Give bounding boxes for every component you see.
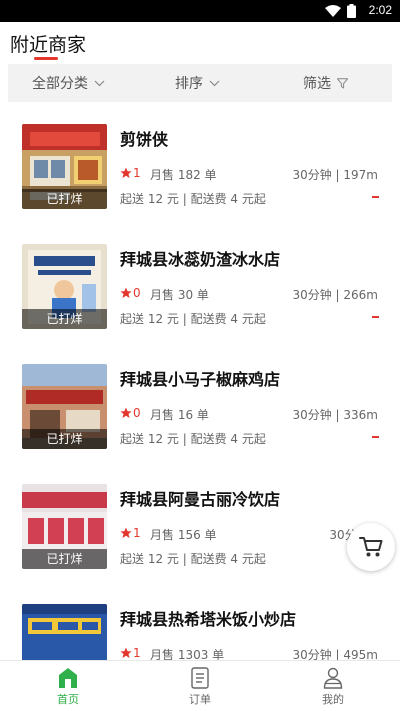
promo-indicator	[372, 316, 379, 318]
bottom-nav: 首页 订单 我的	[0, 660, 400, 711]
shop-monthly-sales: 月售 30 单	[150, 288, 209, 302]
filter-category-label: 全部分类	[32, 76, 88, 92]
shop-name: 剪饼侠	[120, 130, 169, 149]
nav-orders-label: 订单	[189, 693, 211, 706]
nav-profile[interactable]: 我的	[303, 665, 363, 709]
shop-delivery-info: 起送 12 元 | 配送费 4 元起	[120, 312, 266, 326]
nav-home[interactable]: 首页	[38, 665, 98, 709]
shop-rating: 0	[133, 286, 141, 300]
status-bar: 2:02	[0, 0, 400, 22]
star-icon	[120, 647, 132, 658]
page-header: 附近商家	[0, 22, 400, 64]
shop-name: 拜城县小马子椒麻鸡店	[120, 370, 281, 389]
nav-profile-label: 我的	[322, 693, 344, 706]
star-icon	[120, 287, 132, 298]
order-icon	[191, 667, 209, 689]
shop-delivery-info: 起送 12 元 | 配送费 4 元起	[120, 432, 266, 446]
filter-screen[interactable]: 筛选	[303, 64, 348, 102]
shop-item[interactable]: 已打烊 剪饼侠 1 月售 182 单 30分钟 | 197m 起送 12 元 |…	[0, 102, 400, 222]
shop-time-distance: 30分钟 | 266m	[292, 288, 378, 302]
shop-monthly-sales: 月售 16 单	[150, 408, 209, 422]
closed-badge: 已打烊	[22, 429, 107, 449]
shop-delivery-info: 起送 12 元 | 配送费 4 元起	[120, 192, 266, 206]
cart-icon	[359, 537, 383, 557]
filter-category[interactable]: 全部分类	[32, 64, 105, 102]
shop-thumbnail: 已打烊	[22, 124, 107, 209]
page-title: 附近商家	[10, 34, 87, 56]
shop-item[interactable]: 已打烊 拜城县小马子椒麻鸡店 0 月售 16 单 30分钟 | 336m 起送 …	[0, 342, 400, 462]
filter-bar: 全部分类 排序 筛选	[8, 64, 392, 102]
user-icon	[323, 667, 343, 689]
shop-thumbnail: 已打烊	[22, 364, 107, 449]
closed-badge: 已打烊	[22, 309, 107, 329]
shop-rating: 1	[133, 526, 141, 540]
closed-badge: 已打烊	[22, 549, 107, 569]
shop-thumbnail: 已打烊	[22, 244, 107, 329]
promo-indicator	[372, 436, 379, 438]
chevron-down-icon	[209, 80, 220, 86]
filter-screen-label: 筛选	[303, 76, 331, 92]
shop-rating: 1	[133, 646, 141, 660]
shop-name: 拜城县阿曼古丽冷饮店	[120, 490, 281, 509]
home-icon	[59, 668, 77, 688]
shop-item[interactable]: 已打烊 拜城县冰蕊奶渣冰水店 0 月售 30 单 30分钟 | 266m 起送 …	[0, 222, 400, 342]
nav-home-label: 首页	[57, 693, 79, 706]
battery-icon	[347, 4, 356, 18]
shop-rating: 0	[133, 406, 141, 420]
shop-delivery-info: 起送 12 元 | 配送费 4 元起	[120, 552, 266, 566]
star-icon	[120, 407, 132, 418]
filter-sort[interactable]: 排序	[175, 64, 220, 102]
nav-orders[interactable]: 订单	[170, 665, 230, 709]
shop-time-distance: 30分钟 | 336m	[292, 408, 378, 422]
shop-name: 拜城县冰蕊奶渣冰水店	[120, 250, 281, 269]
shop-time-distance: 30分钟 | 197m	[292, 168, 378, 182]
shop-thumbnail: 已打烊	[22, 484, 107, 569]
shop-rating: 1	[133, 166, 141, 180]
chevron-down-icon	[94, 80, 105, 86]
star-icon	[120, 167, 132, 178]
shop-monthly-sales: 月售 182 单	[150, 168, 217, 182]
shop-item[interactable]: 已打烊 拜城县阿曼古丽冷饮店 1 月售 156 单 30分钟 | 4 起送 12…	[0, 462, 400, 582]
title-underline	[34, 57, 58, 60]
shop-monthly-sales: 月售 156 单	[150, 528, 217, 542]
cart-button[interactable]	[347, 523, 395, 571]
wifi-icon	[325, 5, 341, 17]
closed-badge: 已打烊	[22, 189, 107, 209]
status-time: 2:02	[368, 3, 392, 17]
filter-sort-label: 排序	[175, 76, 203, 92]
shop-name: 拜城县热希塔米饭小炒店	[120, 610, 297, 629]
funnel-icon	[337, 77, 348, 88]
star-icon	[120, 527, 132, 538]
promo-indicator	[372, 196, 379, 198]
